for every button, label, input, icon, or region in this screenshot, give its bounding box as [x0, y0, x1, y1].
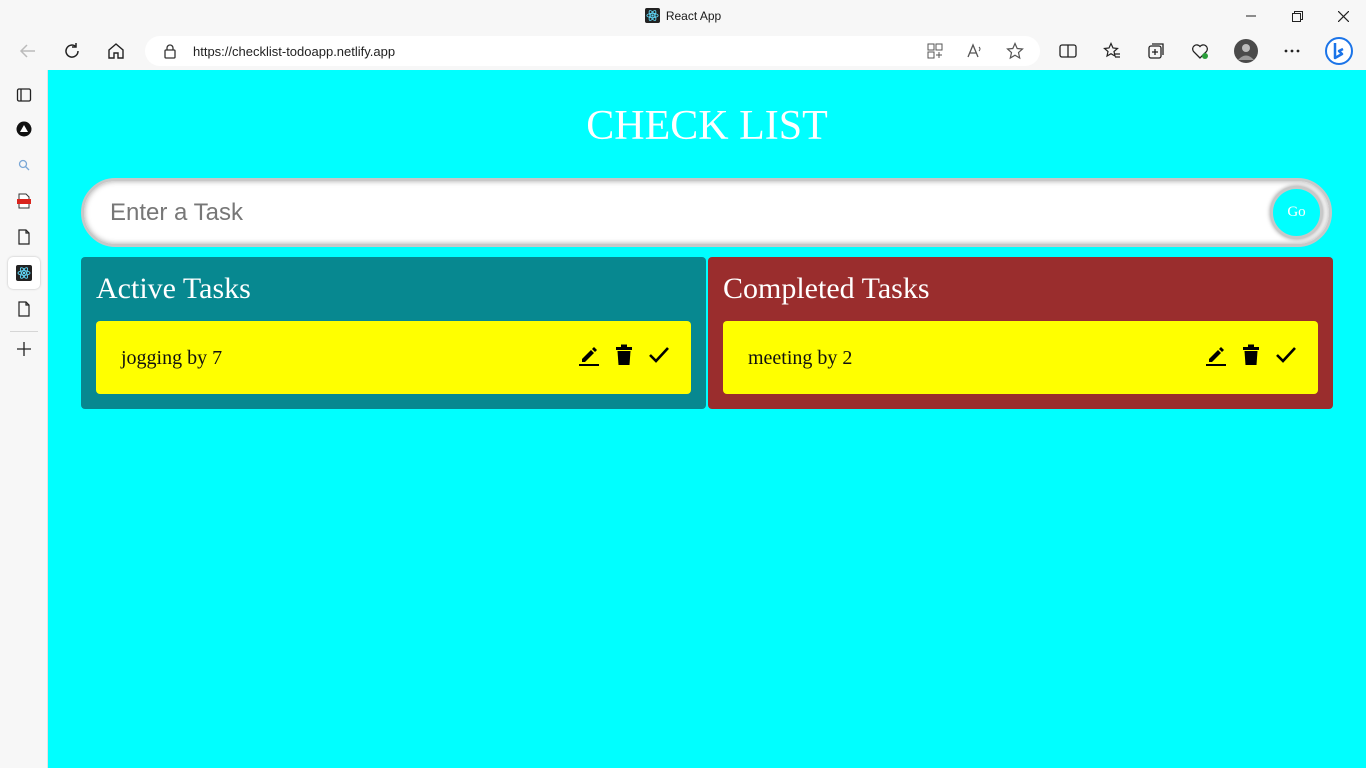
sidebar-tab-6[interactable] [8, 293, 40, 325]
profile-button[interactable] [1230, 35, 1262, 67]
minimize-button[interactable] [1228, 0, 1274, 32]
more-dots-icon [1284, 49, 1300, 53]
favorites-button[interactable] [1096, 35, 1128, 67]
avatar [1234, 39, 1258, 63]
task-card: jogging by 7 [96, 321, 691, 394]
close-icon [1337, 10, 1349, 22]
task-input[interactable] [110, 195, 1260, 231]
close-window-button[interactable] [1320, 0, 1366, 32]
delete-icon [1243, 344, 1259, 365]
search-icon [18, 159, 30, 171]
browser-toolbar: https://checklist-todoapp.netlify.app [0, 32, 1366, 70]
sidebar-divider [10, 331, 38, 332]
bing-icon [1325, 37, 1353, 65]
window-title-text: React App [665, 9, 722, 23]
active-tasks-panel: Active Tasks jogging by 7 [81, 257, 706, 409]
back-arrow-icon [19, 44, 35, 58]
app-available-icon[interactable] [926, 42, 944, 60]
restore-button[interactable] [1274, 0, 1320, 32]
plus-icon [17, 342, 31, 356]
restore-icon [1291, 10, 1303, 22]
split-screen-button[interactable] [1052, 35, 1084, 67]
go-button[interactable]: Go [1270, 186, 1323, 239]
url-text[interactable]: https://checklist-todoapp.netlify.app [193, 44, 395, 59]
task-text: jogging by 7 [121, 347, 223, 369]
back-button[interactable] [12, 35, 44, 67]
new-tab-button[interactable] [8, 333, 40, 365]
minimize-icon [1246, 15, 1256, 17]
app-page: CHECK LIST Go Active Tasks jogging by 7 … [48, 70, 1366, 768]
split-screen-icon [1059, 44, 1077, 58]
sidebar-tab-1[interactable] [8, 113, 40, 145]
delete-button[interactable] [612, 343, 636, 367]
sidebar-tab-active[interactable] [8, 257, 40, 289]
bing-copilot-button[interactable] [1322, 35, 1356, 67]
window-titlebar: React App [0, 0, 1366, 32]
tab-actions-button[interactable] [8, 79, 40, 111]
task-form: Go [81, 178, 1332, 247]
refresh-icon [65, 43, 79, 58]
tab-actions-icon [16, 88, 32, 102]
vertical-tab-sidebar [0, 70, 48, 768]
edit-button[interactable] [1204, 343, 1228, 367]
completed-tasks-heading: Completed Tasks [723, 272, 930, 305]
complete-button[interactable] [1274, 343, 1298, 367]
sidebar-tab-3[interactable] [8, 185, 40, 217]
complete-button[interactable] [647, 343, 671, 367]
delete-icon [616, 344, 632, 365]
home-icon [108, 43, 124, 59]
task-text: meeting by 2 [748, 347, 853, 369]
settings-more-button[interactable] [1276, 35, 1308, 67]
active-tasks-heading: Active Tasks [96, 272, 251, 305]
triangle-logo-icon [16, 121, 32, 137]
address-bar[interactable]: https://checklist-todoapp.netlify.app [145, 36, 1040, 66]
check-icon [1276, 347, 1296, 363]
favorite-star-icon[interactable] [1006, 42, 1024, 60]
collections-button[interactable] [1140, 35, 1172, 67]
delete-button[interactable] [1239, 343, 1263, 367]
react-logo-icon [16, 265, 32, 281]
home-button[interactable] [100, 35, 132, 67]
page-title: CHECK LIST [586, 103, 828, 149]
edit-icon [579, 347, 599, 366]
task-card: meeting by 2 [723, 321, 1318, 394]
edit-button[interactable] [577, 343, 601, 367]
pdf-file-icon [17, 193, 31, 209]
favorites-icon [1103, 42, 1120, 58]
lock-icon[interactable] [163, 43, 177, 59]
react-logo-icon [644, 8, 660, 23]
completed-tasks-panel: Completed Tasks meeting by 2 [708, 257, 1333, 409]
heart-pulse-icon [1192, 44, 1208, 59]
sidebar-tab-4[interactable] [8, 221, 40, 253]
browser-essentials-button[interactable] [1184, 35, 1216, 67]
window-title: React App [0, 8, 1366, 23]
file-icon [18, 301, 30, 317]
edit-icon [1206, 347, 1226, 366]
refresh-button[interactable] [56, 35, 88, 67]
sidebar-tab-2[interactable] [8, 149, 40, 181]
file-icon [18, 229, 30, 245]
collections-icon [1148, 43, 1164, 59]
check-icon [649, 347, 669, 363]
read-aloud-icon[interactable] [966, 42, 984, 60]
